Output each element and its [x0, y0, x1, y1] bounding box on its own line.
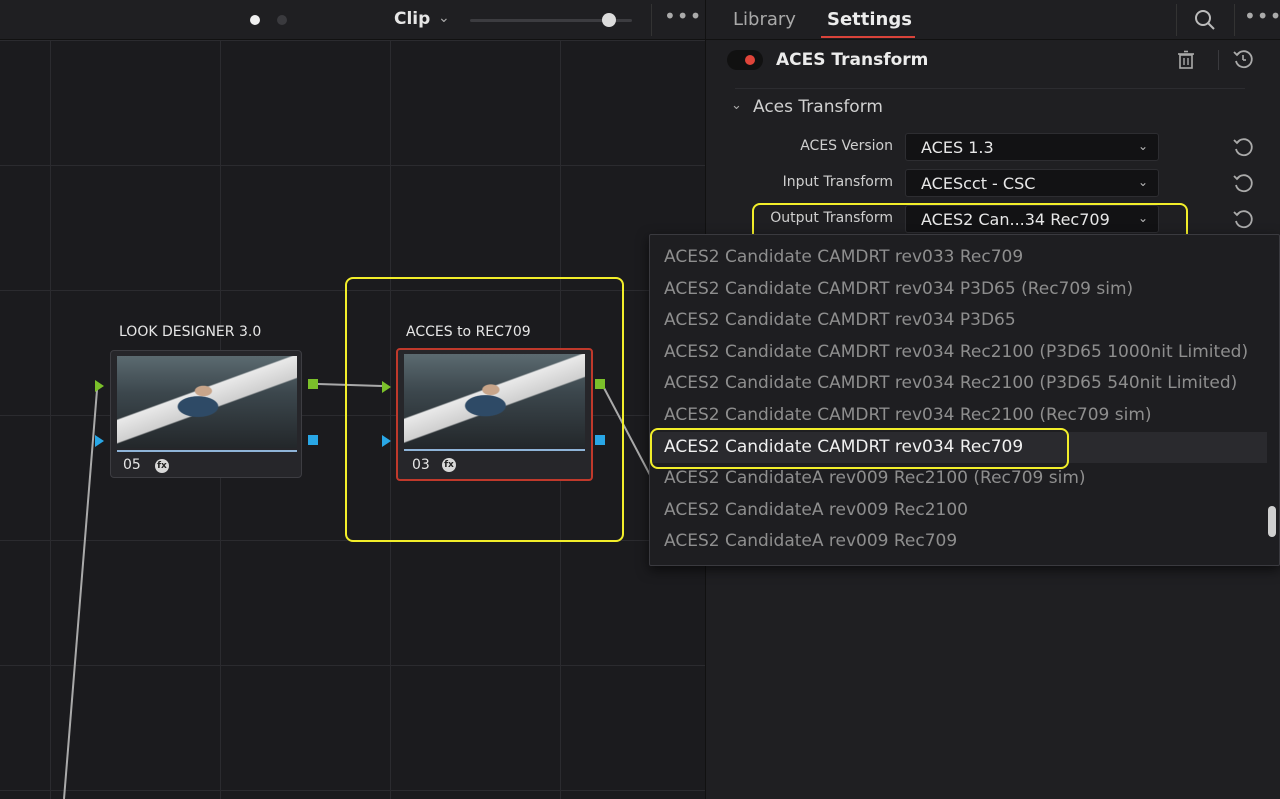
page-dot-inactive[interactable] — [277, 15, 287, 25]
node-05-input-rgb[interactable] — [95, 380, 104, 392]
aces-version-value: ACES 1.3 — [921, 138, 994, 157]
reset-icon[interactable] — [1232, 136, 1254, 158]
node-05-output-rgb[interactable] — [308, 379, 318, 389]
clip-mode-title[interactable]: Clip — [394, 9, 430, 29]
search-icon[interactable] — [1193, 8, 1217, 32]
chevron-down-icon[interactable]: ⌄ — [438, 10, 450, 26]
fx-icon: fx — [155, 459, 169, 473]
node-divider — [117, 450, 297, 452]
aces-version-label: ACES Version — [800, 138, 893, 154]
node-editor[interactable]: LOOK DESIGNER 3.0 05 fx ACCES to REC709 … — [0, 0, 705, 799]
chevron-down-icon: ⌄ — [1137, 139, 1148, 153]
input-transform-select[interactable]: ACEScct - CSC ⌄ — [905, 169, 1159, 197]
tab-settings[interactable]: Settings — [827, 9, 912, 30]
effect-enable-toggle[interactable] — [727, 50, 763, 70]
chevron-down-icon[interactable]: ⌄ — [731, 98, 742, 113]
node-05[interactable]: 05 fx — [110, 350, 302, 478]
output-transform-dropdown[interactable]: ACES2 Candidate CAMDRT rev033 Rec709 ACES… — [649, 234, 1280, 566]
section-title[interactable]: Aces Transform — [753, 97, 883, 117]
inspector-tabs: Library Settings ••• — [706, 0, 1280, 40]
chevron-down-icon: ⌄ — [1137, 175, 1148, 189]
node-label-look-designer: LOOK DESIGNER 3.0 — [119, 324, 262, 340]
node-number: 05 — [123, 457, 141, 473]
node-highlight-box — [345, 277, 624, 542]
node-thumbnail — [117, 356, 297, 448]
page-dot-active[interactable] — [250, 15, 260, 25]
dropdown-option[interactable]: ACES2 Candidate CAMDRT rev034 P3D65 — [650, 305, 1267, 336]
tab-library[interactable]: Library — [733, 9, 796, 30]
node-05-output-alpha[interactable] — [308, 435, 318, 445]
toolbar-separator — [651, 4, 652, 36]
trash-icon[interactable] — [1177, 50, 1195, 70]
reset-icon[interactable] — [1232, 172, 1254, 194]
toolbar-separator — [1176, 4, 1177, 36]
zoom-slider-handle[interactable] — [602, 13, 617, 27]
dropdown-option[interactable]: ACES2 Candidate CAMDRT rev034 Rec2100 (P… — [650, 337, 1267, 368]
input-transform-label: Input Transform — [782, 174, 893, 190]
section-divider — [735, 88, 1245, 89]
aces-version-select[interactable]: ACES 1.3 ⌄ — [905, 133, 1159, 161]
reset-icon[interactable] — [1232, 208, 1254, 230]
dropdown-option[interactable]: ACES2 Candidate CAMDRT rev034 P3D65 (Rec… — [650, 274, 1267, 305]
header-separator — [1218, 50, 1219, 70]
dropdown-option[interactable]: ACES2 Candidate CAMDRT rev034 Rec2100 (R… — [650, 400, 1267, 431]
selected-item-highlight — [650, 428, 1069, 469]
input-transform-value: ACEScct - CSC — [921, 174, 1036, 193]
dropdown-option[interactable]: ACES2 Candidate CAMDRT rev034 Rec2100 (P… — [650, 368, 1267, 399]
dropdown-option[interactable]: ACES2 CandidateA rev009 Rec709 — [650, 526, 1267, 557]
active-tab-indicator — [821, 36, 915, 38]
more-options-icon[interactable]: ••• — [1244, 4, 1280, 28]
effect-title: ACES Transform — [776, 50, 929, 70]
more-options-icon[interactable]: ••• — [664, 4, 702, 28]
reset-all-icon[interactable] — [1232, 48, 1254, 70]
dropdown-option[interactable]: ACES2 Candidate CAMDRT rev033 Rec709 — [650, 242, 1267, 273]
node-editor-toolbar: Clip ⌄ ••• — [0, 0, 705, 40]
node-05-input-alpha[interactable] — [95, 435, 104, 447]
dropdown-option[interactable]: ACES2 CandidateA rev009 Rec2100 — [650, 495, 1267, 526]
toolbar-separator — [1234, 4, 1235, 36]
dropdown-scrollbar[interactable] — [1268, 506, 1276, 537]
